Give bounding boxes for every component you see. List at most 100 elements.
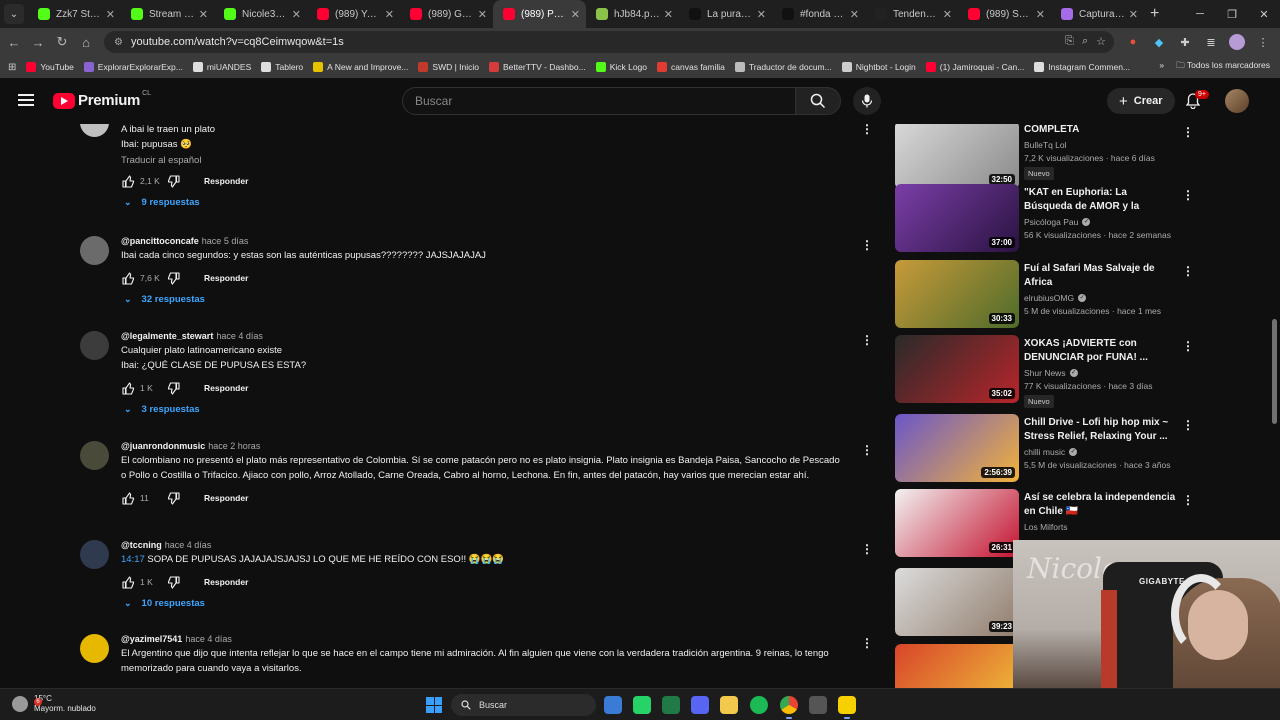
commenter-avatar[interactable]	[80, 236, 109, 265]
browser-tab[interactable]: La pura cage ✕	[679, 0, 772, 28]
comment-author[interactable]: @yazimel7541	[121, 634, 182, 644]
browser-tab[interactable]: (989) YouTub ✕	[307, 0, 400, 28]
voice-search-button[interactable]	[853, 87, 881, 115]
dislike-thumb-icon[interactable]	[166, 381, 180, 395]
install-app-icon[interactable]: ⎘	[1065, 35, 1074, 48]
tab-close-icon[interactable]: ✕	[385, 8, 394, 21]
reading-list-icon[interactable]: ≣	[1203, 34, 1219, 50]
video-title[interactable]: Fuí al Safari Mas Salvaje de Africa	[1024, 262, 1176, 290]
video-channel[interactable]: Shur News ✓	[1024, 368, 1176, 378]
windows-start-icon[interactable]	[426, 697, 442, 713]
bookmark-item[interactable]: Instagram Commen...	[1034, 62, 1130, 72]
tab-close-icon[interactable]: ✕	[199, 8, 208, 21]
files-icon[interactable]	[604, 696, 622, 714]
video-menu-icon[interactable]: ⋮	[1182, 188, 1194, 202]
translate-link[interactable]: Traducir al español	[121, 155, 841, 166]
video-title[interactable]: XOKAS ¡ADVIERTE con DENUNCIAR por FUNA! …	[1024, 337, 1176, 365]
chrome-profile-avatar[interactable]	[1229, 34, 1245, 50]
video-thumbnail[interactable]: 35:02	[895, 335, 1019, 403]
browser-tab[interactable]: Tendencias d ✕	[865, 0, 958, 28]
extensions-puzzle-icon[interactable]: ✚	[1177, 34, 1193, 50]
bookmark-item[interactable]: miUANDES	[192, 62, 251, 72]
obs-icon[interactable]	[809, 696, 827, 714]
video-thumbnail[interactable]	[895, 644, 1019, 688]
video-thumbnail[interactable]: 30:33	[895, 260, 1019, 328]
related-video-card[interactable]: 30:33 Fuí al Safari Mas Salvaje de Africa…	[895, 260, 1195, 330]
bookmark-item[interactable]: ExplorarExplorarExp...	[83, 62, 183, 72]
video-title[interactable]: Chill Drive - Lofi hip hop mix ~ Stress …	[1024, 416, 1176, 444]
weather-widget[interactable]: 6 15°C Mayorm. nublado	[12, 694, 96, 714]
browser-tab[interactable]: Captura de p ✕	[1051, 0, 1144, 28]
video-channel[interactable]: chilli music ✓	[1024, 447, 1176, 457]
commenter-avatar[interactable]	[80, 331, 109, 360]
all-bookmarks-button[interactable]: 🗀 Todos los marcadores	[1176, 60, 1270, 74]
comment-date[interactable]: hace 5 días	[202, 236, 249, 246]
tab-search-chevron-icon[interactable]: ⌄	[4, 4, 24, 24]
zoom-icon[interactable]: ⌕	[1082, 35, 1088, 48]
view-replies-button[interactable]: ⌄ 9 respuestas	[124, 197, 841, 208]
new-tab-plus-icon[interactable]: +	[1150, 5, 1159, 23]
like-thumb-icon[interactable]	[121, 174, 135, 188]
related-video-card[interactable]: 2:56:39 Chill Drive - Lofi hip hop mix ~ …	[895, 414, 1195, 484]
bookmarks-overflow-button[interactable]: »	[1159, 60, 1164, 74]
spotify-icon[interactable]	[750, 696, 768, 714]
apps-grid-icon[interactable]: ⊞	[8, 62, 16, 73]
tab-close-icon[interactable]: ✕	[943, 8, 952, 21]
tab-close-icon[interactable]: ✕	[664, 8, 673, 21]
like-thumb-icon[interactable]	[121, 271, 135, 285]
tab-close-icon[interactable]: ✕	[1129, 8, 1138, 21]
site-settings-icon[interactable]: ⚙	[114, 37, 123, 48]
video-thumbnail[interactable]: 37:00	[895, 184, 1019, 252]
commenter-avatar[interactable]	[80, 124, 109, 137]
video-channel[interactable]: Psicóloga Pau ✓	[1024, 217, 1176, 227]
comment-author[interactable]: @legalmente_stewart	[121, 331, 213, 341]
comment-menu-icon[interactable]: ⋮	[861, 333, 873, 347]
youtube-logo[interactable]: Premium CL	[53, 90, 151, 109]
comment-date[interactable]: hace 4 días	[165, 540, 212, 550]
comment-author[interactable]: @tccning	[121, 540, 162, 550]
bookmark-item[interactable]: Traductor de docum...	[734, 62, 832, 72]
create-button[interactable]: + Crear	[1107, 88, 1175, 114]
video-thumbnail[interactable]: 26:31	[895, 489, 1019, 557]
tab-close-icon[interactable]: ✕	[106, 8, 115, 21]
related-video-card[interactable]: 32:50 COMPLETA BulleTq Lol 7,2 K visualizac…	[895, 124, 1195, 191]
chrome-icon[interactable]	[780, 696, 798, 719]
browser-tab[interactable]: #fonda | Tik ✕	[772, 0, 865, 28]
like-thumb-icon[interactable]	[121, 381, 135, 395]
comment-menu-icon[interactable]: ⋮	[861, 443, 873, 457]
comment-menu-icon[interactable]: ⋮	[861, 124, 873, 136]
video-menu-icon[interactable]: ⋮	[1182, 264, 1194, 278]
video-menu-icon[interactable]: ⋮	[1182, 493, 1194, 507]
dislike-thumb-icon[interactable]	[166, 271, 180, 285]
tab-close-icon[interactable]: ✕	[478, 8, 487, 21]
comment-date[interactable]: hace 4 días	[185, 634, 232, 644]
commenter-avatar[interactable]	[80, 441, 109, 470]
dislike-thumb-icon[interactable]	[166, 491, 180, 505]
extension-translate-icon[interactable]: ◆	[1151, 34, 1167, 50]
view-replies-button[interactable]: ⌄ 10 respuestas	[124, 598, 841, 609]
discord-icon[interactable]	[691, 696, 709, 714]
video-menu-icon[interactable]: ⋮	[1182, 418, 1194, 432]
browser-tab[interactable]: Nicole3e Stre ✕	[214, 0, 307, 28]
browser-tab[interactable]: Zzk7 Stream ✕	[28, 0, 121, 28]
sticky-notes-icon[interactable]	[838, 696, 856, 719]
browser-tab[interactable]: Stream - Kick ✕	[121, 0, 214, 28]
tab-close-icon[interactable]: ✕	[850, 8, 859, 21]
folder-icon[interactable]	[720, 696, 738, 714]
video-title[interactable]: "KAT en Euphoria: La Búsqueda de AMOR y …	[1024, 186, 1176, 214]
whatsapp-icon[interactable]	[633, 696, 651, 714]
bookmark-item[interactable]: YouTube	[26, 62, 74, 72]
video-thumbnail[interactable]: 32:50	[895, 124, 1019, 189]
home-icon[interactable]: ⌂	[74, 35, 98, 50]
timestamp-link[interactable]: 14:17	[121, 554, 145, 565]
video-title[interactable]: COMPLETA	[1024, 124, 1176, 137]
reply-button[interactable]: Responder	[204, 273, 248, 283]
browser-tab[interactable]: (989) SOLO ✕	[958, 0, 1051, 28]
excel-icon[interactable]	[662, 696, 680, 714]
scrollbar-thumb[interactable]	[1272, 319, 1277, 424]
browser-tab[interactable]: (989) Probé ✕	[493, 0, 586, 28]
bookmark-item[interactable]: canvas familia	[657, 62, 725, 72]
bookmark-item[interactable]: Kick Logo	[595, 62, 647, 72]
bookmark-item[interactable]: BetterTTV - Dashbo...	[489, 62, 586, 72]
extension-ublock-icon[interactable]: ●	[1125, 34, 1141, 50]
